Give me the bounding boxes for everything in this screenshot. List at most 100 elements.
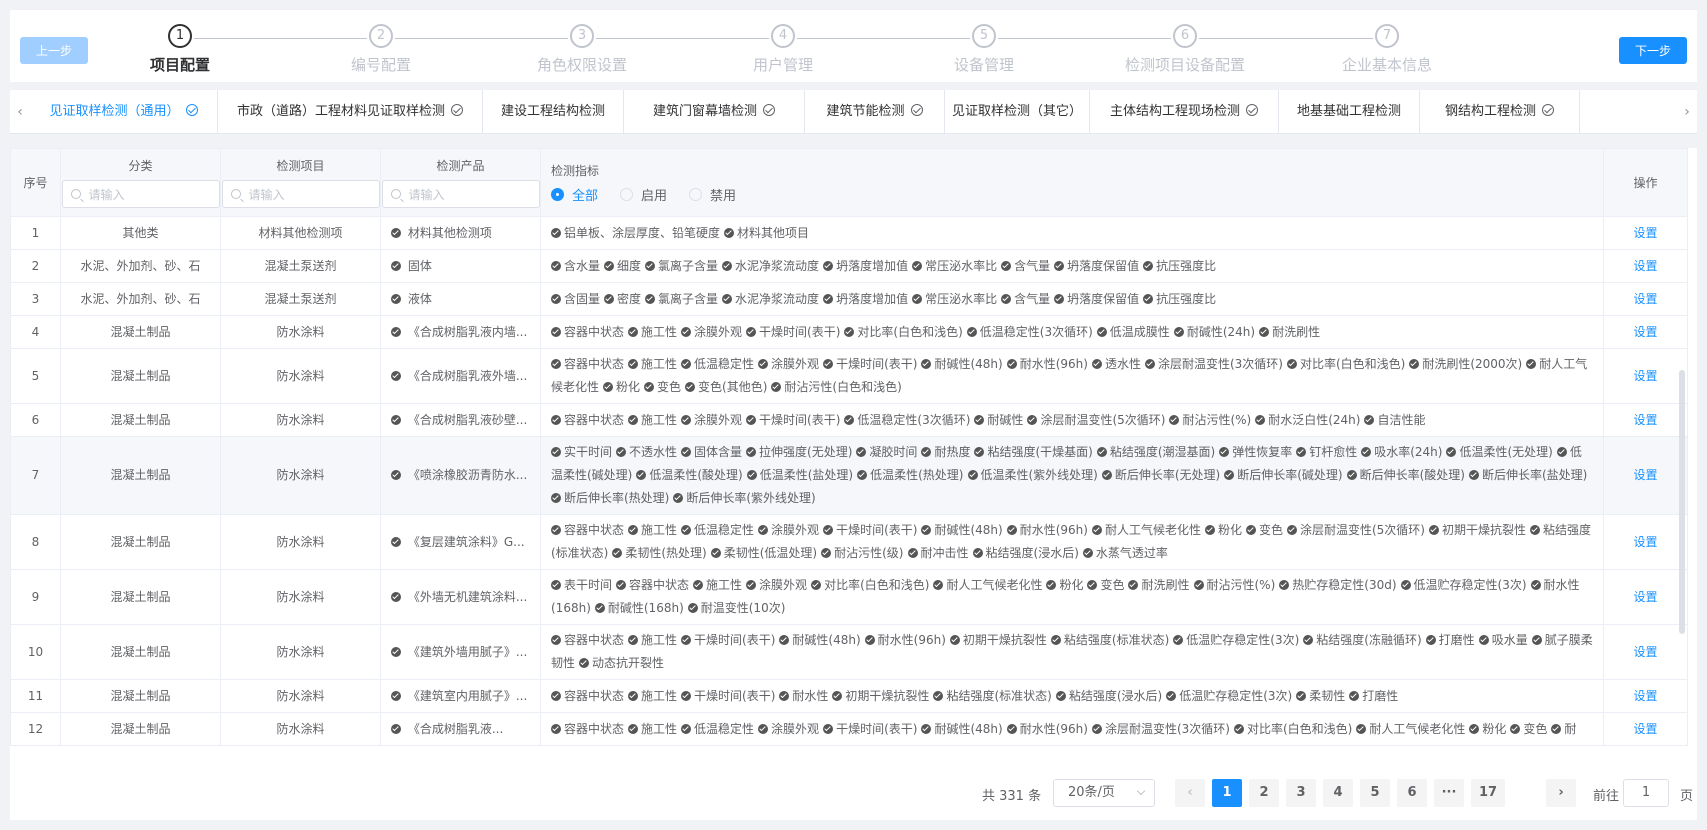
prev-page-button[interactable]: ‹ xyxy=(1175,779,1205,807)
settings-link[interactable]: 设置 xyxy=(1633,325,1657,339)
tab-3[interactable]: 建设工程结构检测 xyxy=(483,90,624,133)
check-circle-icon xyxy=(1006,525,1017,535)
prev-step-button[interactable]: 上一步 xyxy=(20,37,88,64)
indicator-chip: 低温贮存稳定性(3次) xyxy=(1400,578,1527,592)
tab-8[interactable]: 地基基础工程检测 xyxy=(1279,90,1420,133)
step-6[interactable]: 6 检测项目设备配置 xyxy=(1085,24,1285,75)
check-circle-icon xyxy=(949,635,960,645)
indicator-chip: 吸水量 xyxy=(1478,633,1528,647)
tabs-scroll-right-icon[interactable]: › xyxy=(1677,90,1697,133)
step-3[interactable]: 3 角色权限设置 xyxy=(482,24,682,75)
settings-link[interactable]: 设置 xyxy=(1633,468,1657,482)
table-scrollbar[interactable] xyxy=(1679,370,1685,634)
step-2[interactable]: 2 编号配置 xyxy=(281,24,481,75)
indicator-chip: 低温稳定性 xyxy=(681,357,754,371)
step-7[interactable]: 7 企业基本信息 xyxy=(1287,24,1487,75)
steps-bar: 上一步 1 项目配置 2 编号配置 3 角色权限设置 4 用户管理 5 设备管理 6 检测项目设备配置… xyxy=(10,10,1697,82)
check-circle-icon xyxy=(1091,359,1102,369)
tab-4[interactable]: 建筑门窗幕墙检测 xyxy=(624,90,805,133)
settings-link[interactable]: 设置 xyxy=(1633,590,1657,604)
check-circle-icon xyxy=(974,447,985,457)
settings-link[interactable]: 设置 xyxy=(1633,689,1657,703)
tab-5[interactable]: 建筑节能检测 xyxy=(805,90,945,133)
cell-category: 其他类 xyxy=(60,216,221,250)
filter-radio-3[interactable]: 禁用 xyxy=(689,185,736,204)
step-number: 1 xyxy=(168,24,192,48)
check-circle-icon xyxy=(1469,723,1480,734)
settings-link[interactable]: 设置 xyxy=(1633,535,1657,549)
check-circle-icon xyxy=(856,447,867,457)
page-button[interactable]: 17 xyxy=(1471,779,1505,807)
page-button[interactable]: 5 xyxy=(1360,779,1390,807)
check-circle-icon xyxy=(391,723,401,734)
page-button[interactable]: 3 xyxy=(1286,779,1316,807)
settings-link[interactable]: 设置 xyxy=(1633,226,1657,240)
cell-item: 防水涂料 xyxy=(220,348,381,404)
tab-label: 主体结构工程现场检测 xyxy=(1109,104,1240,119)
indicator-label: 粘结强度(潮湿基面) xyxy=(1109,445,1216,459)
settings-link[interactable]: 设置 xyxy=(1633,292,1657,306)
product-label: 《合成树脂乳液内墙... xyxy=(407,324,528,339)
page-button[interactable]: 4 xyxy=(1323,779,1353,807)
indicator-chip: 施工性 xyxy=(628,413,677,427)
check-circle-icon xyxy=(185,104,198,116)
item-search-input[interactable]: 请输入 xyxy=(221,180,380,208)
check-circle-icon xyxy=(823,359,834,369)
indicator-chip: 容器中状态 xyxy=(551,523,624,537)
settings-link[interactable]: 设置 xyxy=(1633,722,1657,736)
indicator-label: 低温贮存稳定性(3次) xyxy=(1413,578,1527,592)
product-search-input[interactable]: 请输入 xyxy=(381,180,540,208)
tab-label: 建筑门窗幕墙检测 xyxy=(652,104,757,119)
tab-6[interactable]: 见证取样检测（其它） xyxy=(945,90,1090,133)
more-pages-button[interactable]: ··· xyxy=(1434,779,1464,807)
category-search-input[interactable]: 请输入 xyxy=(61,180,220,208)
filter-radio-2[interactable]: 启用 xyxy=(620,185,667,204)
indicator-chip: 涂膜外观 xyxy=(758,357,819,371)
settings-link[interactable]: 设置 xyxy=(1633,645,1657,659)
settings-link[interactable]: 设置 xyxy=(1633,259,1657,273)
indicator-label: 吸水量 xyxy=(1491,633,1528,647)
indicator-chip: 对比率(白色和浅色) xyxy=(1233,722,1352,736)
indicator-label: 容器中状态 xyxy=(564,357,625,371)
indicator-chip: 变色(其他色) xyxy=(685,380,767,394)
step-5[interactable]: 5 设备管理 xyxy=(884,24,1084,75)
check-circle-icon xyxy=(844,326,855,337)
check-circle-icon xyxy=(722,293,733,304)
step-4[interactable]: 4 用户管理 xyxy=(683,24,883,75)
indicator-chip: 实干时间 xyxy=(551,445,612,459)
page-size-value: 20条/页 xyxy=(1068,785,1115,800)
indicator-label: 耐水泛白性(24h) xyxy=(1268,412,1361,427)
tab-2[interactable]: 市政（道路）工程材料见证取样检测 xyxy=(218,90,483,133)
check-circle-icon xyxy=(966,326,977,337)
page-size-select[interactable]: 20条/页 xyxy=(1053,779,1155,807)
indicator-chip: 涂膜外观 xyxy=(746,578,807,592)
next-step-button[interactable]: 下一步 xyxy=(1619,37,1687,64)
settings-link[interactable]: 设置 xyxy=(1633,369,1657,383)
indicator-label: 干燥时间(表干) xyxy=(694,688,776,703)
page-button[interactable]: 1 xyxy=(1212,779,1242,807)
check-circle-icon xyxy=(1349,690,1360,701)
tab-7[interactable]: 主体结构工程现场检测 xyxy=(1090,90,1279,133)
page-button[interactable]: 6 xyxy=(1397,779,1427,807)
indicator-chip: 粘结强度(冻融循环) xyxy=(1303,633,1422,647)
indicator-label: 耐沾污性(%) xyxy=(1206,578,1276,592)
indicator-label: 变色 xyxy=(1523,721,1548,736)
filter-radio-1[interactable]: 全部 xyxy=(551,185,598,204)
next-page-button[interactable]: › xyxy=(1546,779,1576,807)
indicator-label: 低温柔性(无处理) xyxy=(1459,445,1553,459)
settings-link[interactable]: 设置 xyxy=(1633,413,1657,427)
indicator-label: 凝胶时间 xyxy=(869,445,918,459)
indicator-chip: 耐水性 xyxy=(779,689,828,703)
indicator-label: 初期干燥抗裂性 xyxy=(1441,523,1526,537)
tab-9[interactable]: 钢结构工程检测 xyxy=(1420,90,1580,133)
step-1[interactable]: 1 项目配置 xyxy=(80,24,280,75)
check-circle-icon xyxy=(823,293,834,304)
cell-product: 《外墙无机建筑涂料... xyxy=(380,569,541,625)
indicator-label: 粘结强度(冻融循环) xyxy=(1316,633,1422,647)
indicator-label: 施工性 xyxy=(641,633,678,647)
goto-page-input[interactable]: 1 xyxy=(1623,779,1669,807)
check-circle-icon xyxy=(681,447,692,457)
tabs-scroll-left-icon[interactable]: ‹ xyxy=(10,90,30,133)
tab-1[interactable]: 见证取样检测（通用） xyxy=(30,90,218,133)
page-button[interactable]: 2 xyxy=(1249,779,1279,807)
